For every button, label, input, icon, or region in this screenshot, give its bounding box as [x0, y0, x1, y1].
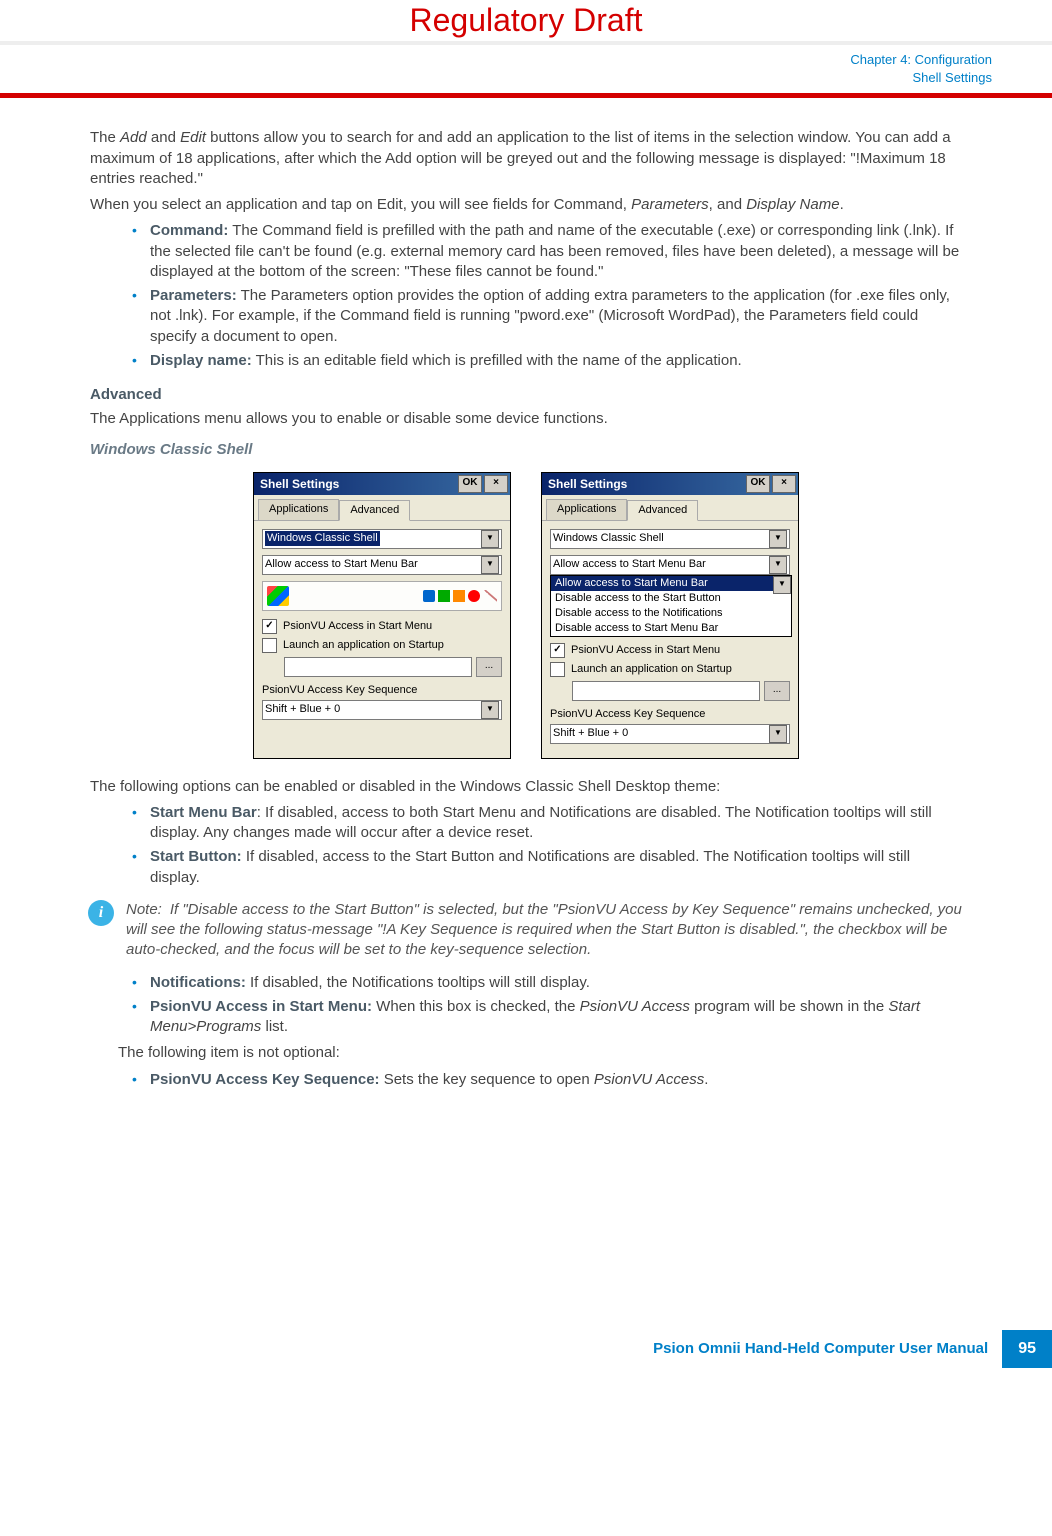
access-select[interactable]: Allow access to Start Menu Bar ▼ [550, 555, 790, 575]
checkbox-row-1: ✓ PsionVU Access in Start Menu [550, 643, 790, 658]
bullet-command: Command: The Command field is prefilled … [132, 221, 962, 282]
browse-button[interactable]: ... [476, 657, 502, 677]
bullet-list-4: PsionVU Access Key Sequence: Sets the ke… [90, 1070, 962, 1090]
dialog-title: Shell Settings [548, 476, 627, 492]
keyseq-label: PsionVU Access Key Sequence [262, 683, 502, 698]
bullet-start-menu-bar: Start Menu Bar: If disabled, access to b… [132, 803, 962, 844]
status-icon [468, 590, 480, 602]
taskbar-preview [262, 581, 502, 611]
browse-button[interactable]: ... [764, 681, 790, 701]
ok-button[interactable]: OK [458, 475, 482, 493]
keyseq-select[interactable]: Shift + Blue + 0 ▼ [262, 700, 502, 720]
tab-advanced[interactable]: Advanced [627, 500, 698, 521]
page-footer: Psion Omnii Hand-Held Computer User Manu… [0, 1330, 1052, 1368]
header-section: Shell Settings [0, 69, 992, 87]
checkbox-row-2: Launch an application on Startup [550, 662, 790, 677]
dialog-body: Windows Classic Shell ▼ Allow access to … [542, 521, 798, 758]
dialog-titlebar: Shell Settings OK × [542, 473, 798, 495]
red-divider [0, 93, 1052, 98]
checkbox-launch-startup[interactable] [550, 662, 565, 677]
shell-settings-dialog-2: Shell Settings OK × Applications Advance… [541, 472, 799, 759]
chevron-down-icon[interactable]: ▼ [481, 701, 499, 719]
bullet-start-button: Start Button: If disabled, access to the… [132, 847, 962, 888]
footer-page-number: 95 [1002, 1330, 1052, 1368]
startup-app-input[interactable] [284, 657, 472, 677]
chevron-down-icon[interactable]: ▼ [769, 530, 787, 548]
theme-select[interactable]: Windows Classic Shell ▼ [262, 529, 502, 549]
bullet-psionvu-keyseq: PsionVU Access Key Sequence: Sets the ke… [132, 1070, 962, 1090]
bullet-list-1: Command: The Command field is prefilled … [90, 221, 962, 371]
bullet-parameters: Parameters: The Parameters option provid… [132, 286, 962, 347]
list-item[interactable]: Allow access to Start Menu Bar [551, 576, 791, 591]
paragraph-1: The Add and Edit buttons allow you to se… [90, 128, 962, 189]
chevron-down-icon[interactable]: ▼ [481, 556, 499, 574]
checkbox-row-1: ✓ PsionVU Access in Start Menu [262, 619, 502, 634]
footer-title: Psion Omnii Hand-Held Computer User Manu… [653, 1340, 1002, 1357]
bullet-display-name: Display name: This is an editable field … [132, 351, 962, 371]
tab-advanced[interactable]: Advanced [339, 500, 410, 521]
note-block: i Note:If "Disable access to the Start B… [88, 900, 962, 961]
tab-applications[interactable]: Applications [258, 499, 339, 520]
close-button[interactable]: × [484, 475, 508, 493]
tab-strip: Applications Advanced [542, 495, 798, 521]
bluetooth-icon [423, 590, 435, 602]
access-dropdown-list[interactable]: ▼ Allow access to Start Menu Bar Disable… [550, 575, 792, 637]
battery-icon [453, 590, 465, 602]
wcs-heading: Windows Classic Shell [90, 440, 962, 460]
list-item[interactable]: Disable access to the Notifications [551, 606, 791, 621]
dialog-body: Windows Classic Shell ▼ Allow access to … [254, 521, 510, 734]
draft-banner: Regulatory Draft [0, 0, 1052, 41]
bullet-notifications: Notifications: If disabled, the Notifica… [132, 973, 962, 993]
list-item[interactable]: Disable access to the Start Button [551, 591, 791, 606]
keyseq-select[interactable]: Shift + Blue + 0 ▼ [550, 724, 790, 744]
tab-applications[interactable]: Applications [546, 499, 627, 520]
screenshots-row: Shell Settings OK × Applications Advance… [90, 472, 962, 759]
paragraph-4: The following item is not optional: [90, 1043, 962, 1063]
paragraph-3: The following options can be enabled or … [90, 777, 962, 797]
chevron-down-icon[interactable]: ▼ [481, 530, 499, 548]
info-icon: i [88, 900, 114, 926]
main-content: The Add and Edit buttons allow you to se… [0, 128, 1052, 1089]
tray-icons [423, 590, 497, 602]
startup-app-input[interactable] [572, 681, 760, 701]
bullet-list-3: Notifications: If disabled, the Notifica… [90, 973, 962, 1038]
startup-input-row: ... [284, 657, 502, 677]
pen-icon [483, 590, 497, 602]
chevron-down-icon[interactable]: ▼ [769, 556, 787, 574]
theme-select[interactable]: Windows Classic Shell ▼ [550, 529, 790, 549]
paragraph-2: When you select an application and tap o… [90, 195, 962, 215]
advanced-heading: Advanced [90, 385, 962, 405]
startup-input-row: ... [572, 681, 790, 701]
page-header: Chapter 4: Configuration Shell Settings [0, 41, 1052, 93]
checkbox-launch-startup[interactable] [262, 638, 277, 653]
checkbox-psionvu-access[interactable]: ✓ [550, 643, 565, 658]
list-item[interactable]: Disable access to Start Menu Bar [551, 621, 791, 636]
access-select[interactable]: Allow access to Start Menu Bar ▼ [262, 555, 502, 575]
checkbox-psionvu-access[interactable]: ✓ [262, 619, 277, 634]
ok-button[interactable]: OK [746, 475, 770, 493]
chevron-down-icon[interactable]: ▼ [769, 725, 787, 743]
shell-settings-dialog-1: Shell Settings OK × Applications Advance… [253, 472, 511, 759]
dialog-title: Shell Settings [260, 476, 339, 492]
note-text: Note:If "Disable access to the Start But… [126, 900, 962, 961]
chevron-down-icon[interactable]: ▼ [773, 576, 791, 594]
close-button[interactable]: × [772, 475, 796, 493]
bullet-list-2: Start Menu Bar: If disabled, access to b… [90, 803, 962, 888]
signal-icon [438, 590, 450, 602]
windows-flag-icon [267, 586, 289, 606]
dialog-titlebar: Shell Settings OK × [254, 473, 510, 495]
keyseq-label: PsionVU Access Key Sequence [550, 707, 790, 722]
header-chapter: Chapter 4: Configuration [0, 51, 992, 69]
tab-strip: Applications Advanced [254, 495, 510, 521]
advanced-text: The Applications menu allows you to enab… [90, 409, 962, 429]
bullet-psionvu-access-menu: PsionVU Access in Start Menu: When this … [132, 997, 962, 1038]
checkbox-row-2: Launch an application on Startup [262, 638, 502, 653]
